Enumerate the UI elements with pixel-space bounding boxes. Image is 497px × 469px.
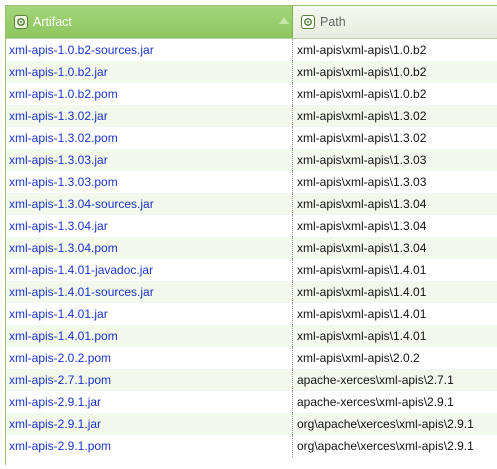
table-row[interactable]: xml-apis-1.3.03.pom xml-apis\xml-apis\1.3… — [6, 171, 497, 193]
column-header-path[interactable]: Path — [293, 6, 497, 38]
path-cell[interactable]: xml-apis\xml-apis\1.3.04 — [293, 193, 497, 215]
table-row[interactable]: xml-apis-1.0.b2.jar xml-apis\xml-apis\1.0… — [6, 61, 497, 83]
path-cell[interactable]: xml-apis\xml-apis\2.0.2 — [293, 347, 497, 369]
table-row[interactable]: xml-apis-1.3.02.pom xml-apis\xml-apis\1.3… — [6, 127, 497, 149]
path-cell[interactable]: apache-xerces\xml-apis\2.7.1 — [293, 369, 497, 391]
path-cell[interactable]: xml-apis\xml-apis\1.4.01 — [293, 303, 497, 325]
artifact-cell[interactable]: xml-apis-1.3.02.jar — [6, 105, 293, 127]
artifact-cell[interactable]: xml-apis-1.3.03.pom — [6, 171, 293, 193]
artifact-cell[interactable]: xml-apis-2.9.1.jar — [6, 391, 293, 413]
artifact-table: Artifact Path xml-apis-1.0.b2-sources.ja… — [5, 5, 497, 465]
table-row[interactable]: xml-apis-1.4.01.jar xml-apis\xml-apis\1.4… — [6, 303, 497, 325]
table-row[interactable]: xml-apis-2.7.1.pom apache-xerces\xml-apis… — [6, 369, 497, 391]
column-header-artifact[interactable]: Artifact — [6, 6, 293, 38]
artifact-cell[interactable]: xml-apis-1.4.01.pom — [6, 325, 293, 347]
table-row[interactable]: xml-apis-2.9.1.pom org\apache\xerces\xml-… — [6, 435, 497, 457]
table-row[interactable]: xml-apis-1.3.04.pom xml-apis\xml-apis\1.3… — [6, 237, 497, 259]
table-row[interactable]: xml-apis-1.3.04-sources.jar xml-apis\xml-… — [6, 193, 497, 215]
column-header-path-label: Path — [320, 15, 346, 29]
artifact-cell[interactable]: xml-apis-1.4.01.jar — [6, 303, 293, 325]
table-row[interactable]: xml-apis-1.3.03.jar xml-apis\xml-apis\1.3… — [6, 149, 497, 171]
table-row[interactable]: xml-apis-2.9.1.jar org\apache\xerces\xml-… — [6, 413, 497, 435]
path-cell[interactable]: xml-apis\xml-apis\1.4.01 — [293, 259, 497, 281]
gear-icon — [14, 15, 28, 29]
path-cell[interactable]: xml-apis\xml-apis\1.3.04 — [293, 237, 497, 259]
table-row[interactable]: xml-apis-1.0.b2-sources.jar xml-apis\xml-… — [6, 39, 497, 61]
path-cell[interactable]: xml-apis\xml-apis\1.3.02 — [293, 127, 497, 149]
sort-ascending-icon — [279, 17, 289, 24]
path-cell[interactable]: xml-apis\xml-apis\1.3.02 — [293, 105, 497, 127]
artifact-cell[interactable]: xml-apis-1.0.b2.jar — [6, 61, 293, 83]
path-cell[interactable]: xml-apis\xml-apis\1.3.04 — [293, 215, 497, 237]
path-cell[interactable]: xml-apis\xml-apis\1.3.03 — [293, 171, 497, 193]
table-row[interactable]: xml-apis-2.9.1.jar apache-xerces\xml-apis… — [6, 391, 497, 413]
table-row[interactable]: xml-apis-2.0.2.pom xml-apis\xml-apis\2.0.… — [6, 347, 497, 369]
path-cell[interactable]: xml-apis\xml-apis\1.0.b2 — [293, 83, 497, 105]
path-cell[interactable]: xml-apis\xml-apis\1.0.b2 — [293, 61, 497, 83]
path-cell[interactable]: apache-xerces\xml-apis\2.9.1 — [293, 391, 497, 413]
table-row[interactable]: xml-apis-1.4.01-javadoc.jar xml-apis\xml-… — [6, 259, 497, 281]
table-body: xml-apis-1.0.b2-sources.jar xml-apis\xml-… — [6, 39, 497, 457]
artifact-cell[interactable]: xml-apis-1.4.01-sources.jar — [6, 281, 293, 303]
table-row[interactable]: xml-apis-1.3.04.jar xml-apis\xml-apis\1.3… — [6, 215, 497, 237]
path-cell[interactable]: org\apache\xerces\xml-apis\2.9.1 — [293, 435, 497, 457]
artifact-cell[interactable]: xml-apis-2.0.2.pom — [6, 347, 293, 369]
table-row[interactable]: xml-apis-1.4.01-sources.jar xml-apis\xml-… — [6, 281, 497, 303]
artifact-cell[interactable]: xml-apis-1.3.04-sources.jar — [6, 193, 293, 215]
table-row[interactable]: xml-apis-1.3.02.jar xml-apis\xml-apis\1.3… — [6, 105, 497, 127]
path-cell[interactable]: xml-apis\xml-apis\1.0.b2 — [293, 39, 497, 61]
table-header: Artifact Path — [6, 6, 497, 39]
artifact-cell[interactable]: xml-apis-2.9.1.jar — [6, 413, 293, 435]
artifact-cell[interactable]: xml-apis-1.0.b2-sources.jar — [6, 39, 293, 61]
artifact-cell[interactable]: xml-apis-1.4.01-javadoc.jar — [6, 259, 293, 281]
artifact-cell[interactable]: xml-apis-1.3.04.jar — [6, 215, 293, 237]
path-cell[interactable]: org\apache\xerces\xml-apis\2.9.1 — [293, 413, 497, 435]
path-cell[interactable]: xml-apis\xml-apis\1.4.01 — [293, 325, 497, 347]
artifact-cell[interactable]: xml-apis-2.7.1.pom — [6, 369, 293, 391]
artifact-cell[interactable]: xml-apis-1.3.03.jar — [6, 149, 293, 171]
artifact-cell[interactable]: xml-apis-2.9.1.pom — [6, 435, 293, 457]
artifact-cell[interactable]: xml-apis-1.0.b2.pom — [6, 83, 293, 105]
column-header-artifact-label: Artifact — [33, 15, 72, 29]
path-cell[interactable]: xml-apis\xml-apis\1.3.03 — [293, 149, 497, 171]
table-row[interactable]: xml-apis-1.0.b2.pom xml-apis\xml-apis\1.0… — [6, 83, 497, 105]
artifact-cell[interactable]: xml-apis-1.3.04.pom — [6, 237, 293, 259]
table-row[interactable]: xml-apis-1.4.01.pom xml-apis\xml-apis\1.4… — [6, 325, 497, 347]
gear-icon — [301, 15, 315, 29]
artifact-cell[interactable]: xml-apis-1.3.02.pom — [6, 127, 293, 149]
path-cell[interactable]: xml-apis\xml-apis\1.4.01 — [293, 281, 497, 303]
